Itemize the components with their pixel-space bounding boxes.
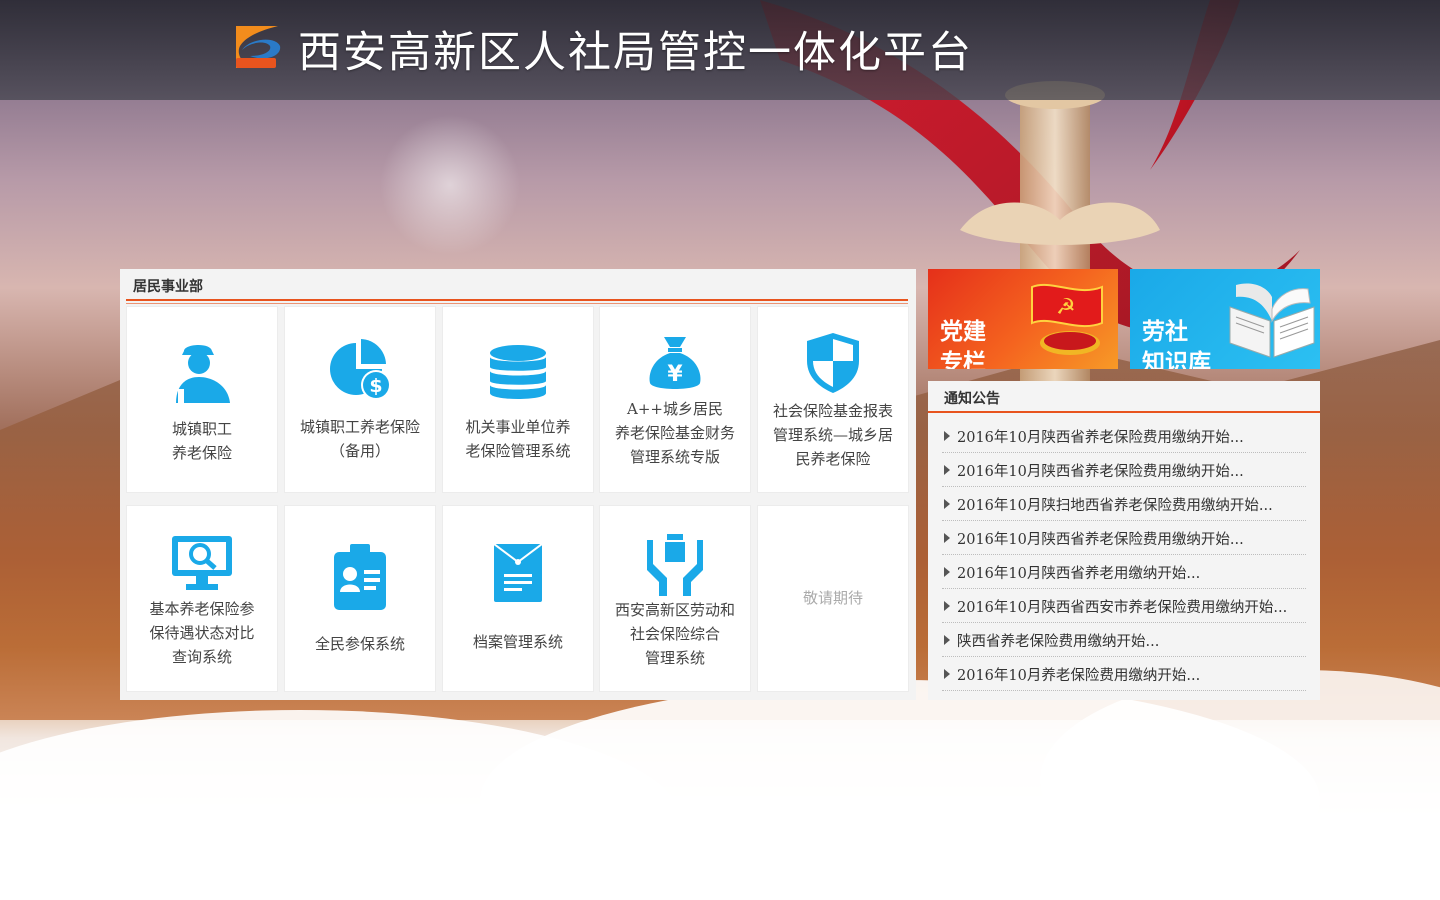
triangle-right-icon xyxy=(944,465,950,475)
worker-person-icon xyxy=(176,344,230,403)
shield-icon xyxy=(807,333,859,393)
monitor-search-icon xyxy=(172,536,232,590)
triangle-right-icon xyxy=(944,567,950,577)
notice-item[interactable]: 2016年10月陕扫地西省养老保险费用缴纳开始... xyxy=(942,487,1306,521)
section-title: 居民事业部 xyxy=(133,279,203,295)
tile-label: A++城乡居民 养老保险基金财务 管理系统专版 xyxy=(614,400,735,466)
tile-label: 敬请期待 xyxy=(802,589,863,607)
tile-label: 机关事业单位养 老保险管理系统 xyxy=(465,418,571,460)
notice-item[interactable]: 2016年10月陕西省养老用缴纳开始... xyxy=(942,555,1306,589)
database-icon xyxy=(490,345,546,399)
open-book-icon xyxy=(1229,283,1315,358)
notice-item[interactable]: 2016年10月陕西省西安市养老保险费用缴纳开始... xyxy=(942,589,1306,623)
tile-labor-social-insurance-integrated[interactable]: 西安高新区劳动和 社会保险综合 管理系统 xyxy=(600,506,750,691)
page-title: 西安高新区人社局管控一体化平台 xyxy=(298,28,973,78)
tile-label: 全民参保系统 xyxy=(314,635,405,653)
tile-label: 城镇职工养老保险 （备用） xyxy=(299,418,420,460)
tile-label: 西安高新区劳动和 社会保险综合 管理系统 xyxy=(614,601,735,667)
tile-basic-pension-status-query[interactable]: 基本养老保险参 保待遇状态对比 查询系统 xyxy=(127,506,277,691)
tile-universal-insurance-system[interactable]: 全民参保系统 xyxy=(285,506,435,691)
swoosh-logo-icon xyxy=(236,26,281,68)
promo-label: 党建 专栏 xyxy=(940,318,986,369)
tile-label: 档案管理系统 xyxy=(472,633,563,651)
panel-header: 居民事业部 xyxy=(126,269,908,304)
notice-header: 通知公告 xyxy=(928,381,1320,413)
svg-text:$: $ xyxy=(369,375,382,397)
notice-title: 通知公告 xyxy=(944,391,1000,407)
money-bag-yen-icon: ¥ xyxy=(649,337,701,389)
notice-list: 2016年10月陕西省养老保险费用缴纳开始... 2016年10月陕西省养老保险… xyxy=(942,419,1306,691)
labor-knowledge-base-banner[interactable]: 劳社 知识库 xyxy=(1130,269,1320,369)
triangle-right-icon xyxy=(944,669,950,679)
triangle-right-icon xyxy=(944,601,950,611)
tile-coming-soon: 敬请期待 xyxy=(758,506,908,691)
promo-label: 劳社 知识库 xyxy=(1142,318,1211,369)
party-building-column-banner[interactable]: 党建 专栏 ☭ xyxy=(928,269,1118,369)
triangle-right-icon xyxy=(944,499,950,509)
notice-board: 通知公告 2016年10月陕西省养老保险费用缴纳开始... 2016年10月陕西… xyxy=(928,381,1320,700)
tile-label: 基本养老保险参 保待遇状态对比 查询系统 xyxy=(149,600,255,666)
party-badge-icon: ☭ xyxy=(1031,283,1103,355)
archive-folder-icon xyxy=(494,544,542,602)
tile-institution-pension-system[interactable]: 机关事业单位养 老保险管理系统 xyxy=(443,307,593,492)
notice-item[interactable]: 陕西省养老保险费用缴纳开始... xyxy=(942,623,1306,657)
tile-urban-worker-pension-backup[interactable]: $ 城镇职工养老保险 （备用） xyxy=(285,307,435,492)
triangle-right-icon xyxy=(944,431,950,441)
tile-a-plus-plus-resident-pension[interactable]: ¥ A++城乡居民 养老保险基金财务 管理系统专版 xyxy=(600,307,750,492)
id-card-icon xyxy=(334,544,386,610)
notice-item[interactable]: 2016年10月陕西省养老保险费用缴纳开始... xyxy=(942,521,1306,555)
triangle-right-icon xyxy=(944,635,950,645)
tile-archive-management-system[interactable]: 档案管理系统 xyxy=(443,506,593,691)
svg-text:¥: ¥ xyxy=(667,362,683,387)
triangle-right-icon xyxy=(944,533,950,543)
svg-text:☭: ☭ xyxy=(1056,295,1076,320)
hands-gift-icon xyxy=(647,534,703,596)
tile-label: 社会保险基金报表 管理系统—城乡居 民养老保险 xyxy=(772,402,893,468)
tile-social-insurance-fund-report[interactable]: 社会保险基金报表 管理系统—城乡居 民养老保险 xyxy=(758,307,908,492)
top-header-bar: 西安高新区人社局管控一体化平台 xyxy=(0,0,1440,100)
resident-affairs-panel: 居民事业部 城镇职工 养老保险 $ 城镇职工养老保险 （备用） 机关事业单位养 … xyxy=(120,269,916,700)
pie-chart-dollar-icon: $ xyxy=(330,339,391,400)
notice-item[interactable]: 2016年10月养老保险费用缴纳开始... xyxy=(942,657,1306,691)
notice-item[interactable]: 2016年10月陕西省养老保险费用缴纳开始... xyxy=(942,453,1306,487)
notice-item[interactable]: 2016年10月陕西省养老保险费用缴纳开始... xyxy=(942,419,1306,453)
tile-urban-worker-pension[interactable]: 城镇职工 养老保险 xyxy=(127,307,277,492)
tile-label: 城镇职工 养老保险 xyxy=(171,420,232,462)
